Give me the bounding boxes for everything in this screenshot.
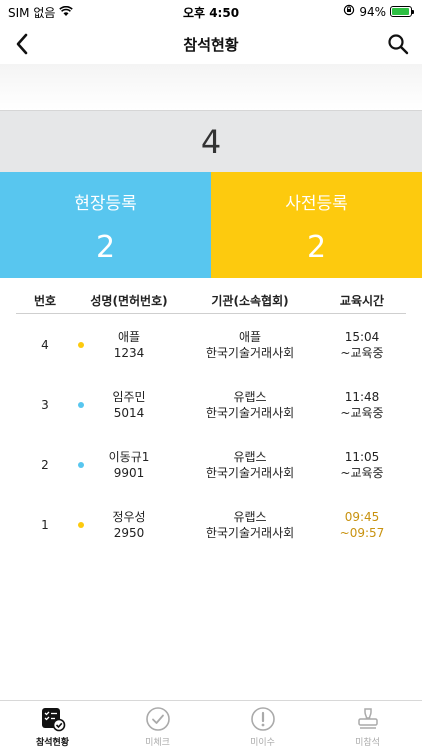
row-name: 임주민 5014 [86, 389, 172, 421]
row-org: 유랩스한국기술거래사회 [184, 449, 316, 481]
attendee-name: 임주민 [112, 390, 146, 404]
start-time: 09:45 [344, 510, 380, 524]
tab-label: 미이수 [250, 738, 275, 748]
status-bar: SIM 없음 오후 4:50 94% [0, 0, 422, 24]
organization: 유랩스 [233, 510, 267, 524]
tab-attendance[interactable]: 참석현황 [0, 705, 105, 749]
header-time: 교육시간 [339, 294, 385, 308]
table-row[interactable]: 3 임주민 5014 유랩스한국기술거래사회 11:48 ~교육중 [16, 374, 406, 434]
checklist-icon [0, 705, 105, 733]
row-num: 3 [41, 398, 49, 412]
registration-type-dot [78, 462, 84, 468]
navigation-bar: 참석현황 [0, 24, 422, 64]
header-spacer [0, 64, 422, 110]
registration-type-dot [78, 522, 84, 528]
table-row[interactable]: 4 애플 1234 애플한국기술거래사회 15:04 ~교육중 [16, 314, 406, 374]
onsite-label: 현장등록 [74, 194, 137, 214]
orientation-lock-icon [343, 4, 355, 19]
license-number: 5014 [113, 406, 145, 420]
pre-count: 2 [306, 230, 327, 265]
row-num: 2 [41, 458, 49, 472]
pre-registration-box[interactable]: 사전등록 2 [211, 172, 422, 278]
onsite-count: 2 [95, 230, 116, 265]
association: 한국기술거래사회 [205, 466, 295, 480]
battery-level [392, 8, 409, 15]
table-header: 번호 성명(면허번호) 기관(소속협회) 교육시간 [16, 284, 406, 314]
registration-type-dot [78, 402, 84, 408]
attendee-name: 정우성 [112, 510, 146, 524]
row-num: 4 [41, 338, 49, 352]
total-count: 4 [0, 110, 422, 172]
row-num: 1 [41, 518, 49, 532]
organization: 유랩스 [233, 390, 267, 404]
attendee-name: 이동규1 [108, 450, 150, 464]
table-row[interactable]: 1 정우성 2950 유랩스한국기술거래사회 09:45 ~09:57 [16, 494, 406, 554]
header-name: 성명(면허번호) [90, 294, 168, 308]
start-time: 11:05 [344, 450, 380, 464]
exclamation-circle-icon [210, 705, 315, 733]
end-time: ~09:57 [339, 526, 385, 540]
row-org: 유랩스한국기술거래사회 [184, 389, 316, 421]
header-num: 번호 [33, 294, 57, 308]
battery-percent: 94% [359, 4, 386, 19]
tab-bar: 참석현황 미체크 미이수 미참석 [0, 700, 422, 750]
search-icon [388, 34, 409, 55]
status-right: 94% [343, 4, 414, 19]
tab-label: 미참석 [355, 738, 380, 748]
tab-label: 참석현황 [35, 738, 70, 748]
pre-label: 사전등록 [285, 194, 348, 214]
search-button[interactable] [384, 30, 412, 58]
association: 한국기술거래사회 [205, 346, 295, 360]
start-time: 11:48 [344, 390, 380, 404]
row-time: 11:05 ~교육중 [320, 449, 404, 481]
association: 한국기술거래사회 [205, 526, 295, 540]
license-number: 2950 [113, 526, 145, 540]
onsite-registration-box[interactable]: 현장등록 2 [0, 172, 211, 278]
stamp-icon [315, 705, 420, 733]
row-time: 09:45 ~09:57 [320, 509, 404, 541]
attendance-list: 4 애플 1234 애플한국기술거래사회 15:04 ~교육중 3 임주민 5014 … [16, 314, 406, 554]
header-org: 기관(소속협회) [211, 294, 289, 308]
row-org: 애플한국기술거래사회 [184, 329, 316, 361]
tab-unchecked[interactable]: 미체크 [105, 705, 210, 749]
row-time: 15:04 ~교육중 [320, 329, 404, 361]
license-number: 9901 [113, 466, 145, 480]
row-org: 유랩스한국기술거래사회 [184, 509, 316, 541]
license-number: 1234 [113, 346, 145, 360]
association: 한국기술거래사회 [205, 406, 295, 420]
row-name: 애플 1234 [86, 329, 172, 361]
tab-incomplete[interactable]: 미이수 [210, 705, 315, 749]
table-row[interactable]: 2 이동규1 9901 유랩스한국기술거래사회 11:05 ~교육중 [16, 434, 406, 494]
end-time: ~교육중 [340, 466, 384, 480]
organization: 애플 [238, 330, 262, 344]
end-time: ~교육중 [340, 406, 384, 420]
attendee-name: 애플 [117, 330, 141, 344]
row-name: 정우성 2950 [86, 509, 172, 541]
page-title: 참석현황 [183, 36, 239, 54]
start-time: 15:04 [344, 330, 380, 344]
battery-icon [390, 6, 414, 17]
tab-label: 미체크 [145, 738, 170, 748]
row-time: 11:48 ~교육중 [320, 389, 404, 421]
registration-type-dot [78, 342, 84, 348]
tab-absent[interactable]: 미참석 [315, 705, 420, 749]
row-name: 이동규1 9901 [86, 449, 172, 481]
organization: 유랩스 [233, 450, 267, 464]
check-circle-icon [105, 705, 210, 733]
end-time: ~교육중 [340, 346, 384, 360]
